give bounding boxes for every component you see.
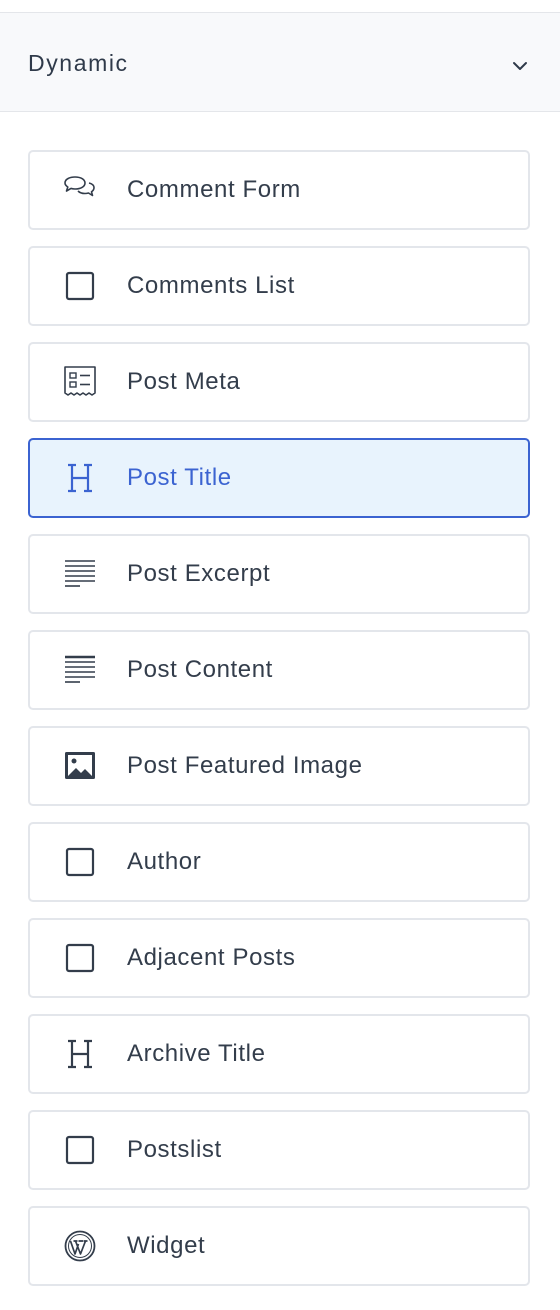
block-post-title[interactable]: Post Title: [28, 438, 530, 518]
block-comment-form[interactable]: Comment Form: [28, 150, 530, 230]
image-icon: [60, 748, 100, 784]
block-post-content[interactable]: Post Content: [28, 630, 530, 710]
block-label: Post Excerpt: [127, 560, 271, 587]
block-archive-title[interactable]: Archive Title: [28, 1014, 530, 1094]
block-post-excerpt[interactable]: Post Excerpt: [28, 534, 530, 614]
block-label: Archive Title: [127, 1040, 266, 1067]
block-label: Post Title: [127, 464, 232, 491]
block-label: Post Meta: [127, 368, 241, 395]
block-comments-list[interactable]: Comments List: [28, 246, 530, 326]
block-postslist[interactable]: Postslist: [28, 1110, 530, 1190]
section-title: Dynamic: [28, 50, 129, 76]
square-icon: [60, 1132, 100, 1168]
block-label: Postslist: [127, 1136, 222, 1163]
section-header-dynamic[interactable]: Dynamic: [0, 13, 560, 112]
block-list: Comment Form Comments List Post Meta Pos…: [28, 150, 530, 1302]
block-label: Post Featured Image: [127, 752, 363, 779]
square-icon: [60, 268, 100, 304]
block-widget[interactable]: Widget: [28, 1206, 530, 1286]
block-label: Comments List: [127, 272, 295, 299]
block-post-featured-image[interactable]: Post Featured Image: [28, 726, 530, 806]
heading-icon: [60, 460, 100, 496]
square-icon: [60, 844, 100, 880]
block-post-meta[interactable]: Post Meta: [28, 342, 530, 422]
comments-icon: [60, 172, 100, 208]
block-label: Adjacent Posts: [127, 944, 296, 971]
square-icon: [60, 940, 100, 976]
block-label: Post Content: [127, 656, 273, 683]
block-label: Author: [127, 848, 202, 875]
heading-icon: [60, 1036, 100, 1072]
text-lines-icon: [60, 556, 100, 592]
block-adjacent-posts[interactable]: Adjacent Posts: [28, 918, 530, 998]
block-label: Widget: [127, 1232, 206, 1259]
post-meta-icon: [60, 364, 100, 400]
chevron-down-icon[interactable]: [509, 55, 531, 77]
block-author[interactable]: Author: [28, 822, 530, 902]
text-lines-icon: [60, 652, 100, 688]
block-label: Comment Form: [127, 176, 301, 203]
top-divider: [0, 0, 560, 13]
wordpress-icon: [60, 1228, 100, 1264]
